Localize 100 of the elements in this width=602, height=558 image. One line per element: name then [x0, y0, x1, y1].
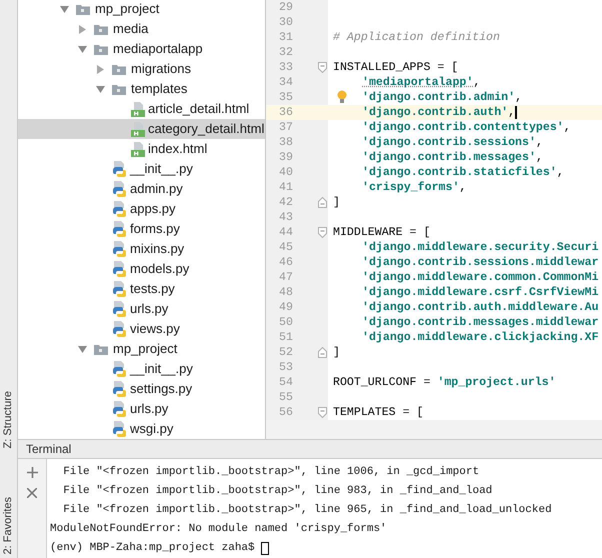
tree-item[interactable]: forms.py [113, 219, 180, 239]
folder-icon [94, 24, 108, 34]
tree-item[interactable]: tests.py [113, 279, 175, 299]
line-number: 53 [278, 360, 294, 376]
collapsed-arrow-icon[interactable] [96, 64, 105, 74]
line-number: 30 [278, 14, 294, 31]
html-file-icon [131, 142, 145, 156]
tree-item[interactable]: migrations [96, 59, 191, 79]
code-line: 'django.contrib.staticfiles', [362, 164, 564, 181]
tree-item[interactable]: media [78, 19, 148, 39]
tree-item[interactable]: admin.py [113, 179, 183, 199]
expanded-arrow-icon[interactable] [60, 4, 69, 14]
expanded-arrow-icon[interactable] [96, 84, 105, 94]
line-number: 43 [278, 210, 294, 226]
text-cursor [515, 106, 517, 119]
add-icon[interactable] [26, 467, 38, 478]
tree-item[interactable]: mp_project [60, 0, 160, 19]
line-number: 48 [278, 284, 294, 301]
tree-item[interactable]: templates [96, 79, 188, 99]
code-line: 'django.middleware.common.CommonMi [362, 270, 599, 286]
tree-item[interactable]: views.py [113, 319, 180, 339]
line-number: 37 [278, 120, 294, 136]
python-file-icon [113, 181, 127, 197]
fold-marker-icon[interactable] [318, 407, 327, 418]
line-number: 29 [278, 0, 294, 16]
close-icon[interactable] [27, 488, 37, 498]
tree-item[interactable]: mp_project [78, 339, 178, 359]
python-file-icon [113, 361, 127, 377]
line-number: 50 [278, 314, 294, 331]
folder-icon [76, 4, 90, 14]
line-number: 41 [278, 180, 294, 196]
fold-marker-icon[interactable] [318, 62, 327, 73]
tree-item[interactable]: mediaportalapp [78, 39, 203, 59]
code-line: 'django.contrib.sessions.middlewar [362, 254, 599, 271]
line-number: 51 [278, 330, 294, 346]
line-number: 35 [278, 90, 294, 106]
lightbulb-icon[interactable] [337, 90, 347, 104]
fold-marker-icon[interactable] [318, 347, 327, 358]
code-line: ] [333, 344, 340, 361]
code-line: TEMPLATES = [ [333, 404, 424, 421]
terminal-line: File "<frozen importlib._bootstrap>", line 983, in _find_and_load [62, 484, 492, 499]
code-line: 'django.middleware.clickjacking.XF [362, 330, 599, 346]
code-line: 'django.contrib.sessions', [362, 134, 543, 151]
line-number: 46 [278, 254, 294, 271]
line-number: 54 [278, 374, 294, 391]
python-file-icon [113, 301, 127, 317]
line-number: 31 [278, 30, 294, 46]
code-line: # Application definition [333, 30, 500, 46]
terminal-line: File "<frozen importlib._bootstrap>", line 965, in _find_and_load_unlocked [62, 503, 552, 518]
terminal-line: ModuleNotFoundError: No module named 'crispy_forms' [50, 522, 387, 537]
code-line: 'django.middleware.security.Securi [362, 240, 599, 256]
line-number: 34 [278, 74, 294, 91]
code-line: ] [333, 194, 340, 211]
tree-item[interactable]: models.py [113, 259, 190, 279]
line-number: 44 [278, 224, 294, 241]
python-file-icon [113, 281, 127, 297]
tree-item[interactable]: settings.py [113, 379, 192, 399]
fold-marker-icon[interactable] [318, 227, 327, 238]
python-file-icon [113, 241, 127, 257]
tree-item[interactable]: wsgi.py [113, 419, 174, 439]
code-line: 'django.contrib.admin', [362, 90, 522, 106]
line-number: 32 [278, 44, 294, 61]
code-line: 'django.contrib.auth.middleware.Au [362, 300, 599, 316]
terminal-title[interactable]: Terminal [26, 440, 72, 458]
code-line: 'django.contrib.auth', [362, 104, 516, 121]
side-tool-tab[interactable]: Z: Structure [0, 391, 17, 449]
line-number: 55 [278, 390, 294, 406]
tree-item[interactable]: urls.py [113, 299, 168, 319]
line-number: 45 [278, 240, 294, 256]
code-line: MIDDLEWARE = [ [333, 224, 430, 241]
python-file-icon [113, 401, 127, 417]
line-number: 40 [278, 164, 294, 181]
tree-item[interactable]: index.html [131, 139, 208, 159]
python-file-icon [113, 381, 127, 397]
expanded-arrow-icon[interactable] [78, 44, 87, 54]
fold-marker-icon[interactable] [318, 197, 327, 208]
tree-item[interactable]: __init__.py [113, 159, 193, 179]
folder-icon [112, 64, 126, 74]
expanded-arrow-icon[interactable] [78, 344, 87, 354]
python-file-icon [113, 201, 127, 217]
terminal-prompt: (env) MBP-Zaha:mp_project zaha$ [50, 541, 255, 556]
python-file-icon [113, 161, 127, 177]
tree-item[interactable]: category_detail.html [18, 119, 265, 139]
tree-item[interactable]: mixins.py [113, 239, 184, 259]
line-number: 56 [278, 404, 294, 421]
line-number: 52 [278, 344, 294, 361]
line-number: 47 [278, 270, 294, 286]
side-tool-tab[interactable]: 2: Favorites [0, 496, 17, 554]
collapsed-arrow-icon[interactable] [78, 24, 87, 34]
tree-item[interactable]: urls.py [113, 399, 168, 419]
tree-item[interactable]: __init__.py [113, 359, 193, 379]
code-line: 'django.contrib.messages', [362, 150, 543, 166]
code-line: INSTALLED_APPS = [ [333, 60, 458, 76]
folder-icon [94, 344, 108, 354]
tree-item[interactable]: apps.py [113, 199, 176, 219]
code-line: ROOT_URLCONF = 'mp_project.urls' [333, 374, 556, 391]
python-file-icon [113, 221, 127, 237]
code-line: 'django.middleware.csrf.CsrfViewMi [362, 284, 599, 301]
folder-icon [112, 84, 126, 94]
tree-item[interactable]: article_detail.html [131, 99, 250, 119]
